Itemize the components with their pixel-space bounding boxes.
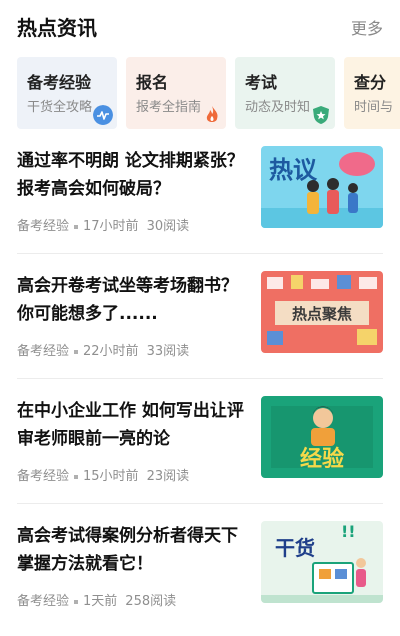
thumbnail-text: 热点聚焦 <box>292 305 352 323</box>
article-item[interactable]: 高会开卷考试坐等考场翻书？你可能想多了...... 备考经验 22小时前 33阅读 … <box>0 262 400 386</box>
practical-tips-thumbnail: 干货 !! <box>261 521 383 603</box>
more-link[interactable]: 更多 <box>351 15 383 39</box>
article-title: 通过率不明朗 论文排期紧张？报考高会如何破局？ <box>17 151 244 199</box>
article-time: 17小时前 <box>83 219 139 234</box>
divider <box>17 378 383 379</box>
article-title: 高会考试得案例分析者得天下 掌握方法就看它！ <box>17 526 238 574</box>
article-meta: 备考经验 1天前 258阅读 <box>17 590 176 609</box>
article-category: 备考经验 <box>17 344 70 359</box>
separator-dot <box>74 224 79 229</box>
article-time: 1天前 <box>83 594 118 609</box>
divider <box>17 253 383 254</box>
article-meta: 备考经验 15小时前 23阅读 <box>17 465 189 484</box>
article-views: 23阅读 <box>146 469 190 484</box>
hot-discussion-thumbnail: 热议 <box>261 146 383 228</box>
star-shield-icon <box>313 106 329 124</box>
section-header: 热点资讯 更多 <box>0 0 400 52</box>
article-category: 备考经验 <box>17 219 70 234</box>
section-title: 热点资讯 <box>17 16 97 40</box>
category-row: 备考经验 干货全攻略 报名 报考全指南 考试 动态及时知 查分 时间与 <box>17 57 400 130</box>
article-views: 30阅读 <box>146 219 190 234</box>
svg-text:!!: !! <box>341 522 356 541</box>
category-title: 考试 <box>245 73 278 92</box>
article-item[interactable]: 高会考试得案例分析者得天下 掌握方法就看它！ 备考经验 1天前 258阅读 干货 !… <box>0 512 400 636</box>
category-title: 报名 <box>136 73 169 92</box>
experience-thumbnail: 经验 <box>261 396 383 478</box>
category-title: 查分 <box>354 73 387 92</box>
category-card-score-check[interactable]: 查分 时间与 <box>344 57 400 129</box>
article-category: 备考经验 <box>17 594 70 609</box>
thumbnail-text: 热议 <box>269 156 318 184</box>
thumbnail-text: 经验 <box>300 446 344 472</box>
article-category: 备考经验 <box>17 469 70 484</box>
thumbnail-text: 干货 <box>275 536 315 560</box>
hot-focus-thumbnail: 热点聚焦 <box>261 271 383 353</box>
article-item[interactable]: 在中小企业工作 如何写出让评审老师眼前一亮的论 备考经验 15小时前 23阅读 经验 <box>0 387 400 511</box>
separator-dot <box>74 599 79 604</box>
category-card-exam[interactable]: 考试 动态及时知 <box>235 57 335 129</box>
article-views: 33阅读 <box>146 344 190 359</box>
article-meta: 备考经验 17小时前 30阅读 <box>17 215 189 234</box>
category-card-exam-prep[interactable]: 备考经验 干货全攻略 <box>17 57 117 129</box>
article-meta: 备考经验 22小时前 33阅读 <box>17 340 189 359</box>
article-time: 22小时前 <box>83 344 139 359</box>
separator-dot <box>74 349 79 354</box>
divider <box>17 503 383 504</box>
pulse-icon <box>93 105 113 125</box>
flame-icon <box>206 106 218 122</box>
article-item[interactable]: 通过率不明朗 论文排期紧张？报考高会如何破局？ 备考经验 17小时前 30阅读 热议 <box>0 137 400 261</box>
category-title: 备考经验 <box>27 73 92 92</box>
article-title: 高会开卷考试坐等考场翻书？你可能想多了...... <box>17 276 238 324</box>
category-subtitle: 时间与 <box>354 100 394 115</box>
category-card-registration[interactable]: 报名 报考全指南 <box>126 57 226 129</box>
article-views: 258阅读 <box>125 594 177 609</box>
article-time: 15小时前 <box>83 469 139 484</box>
article-title: 在中小企业工作 如何写出让评审老师眼前一亮的论 <box>17 401 244 449</box>
separator-dot <box>74 474 79 479</box>
